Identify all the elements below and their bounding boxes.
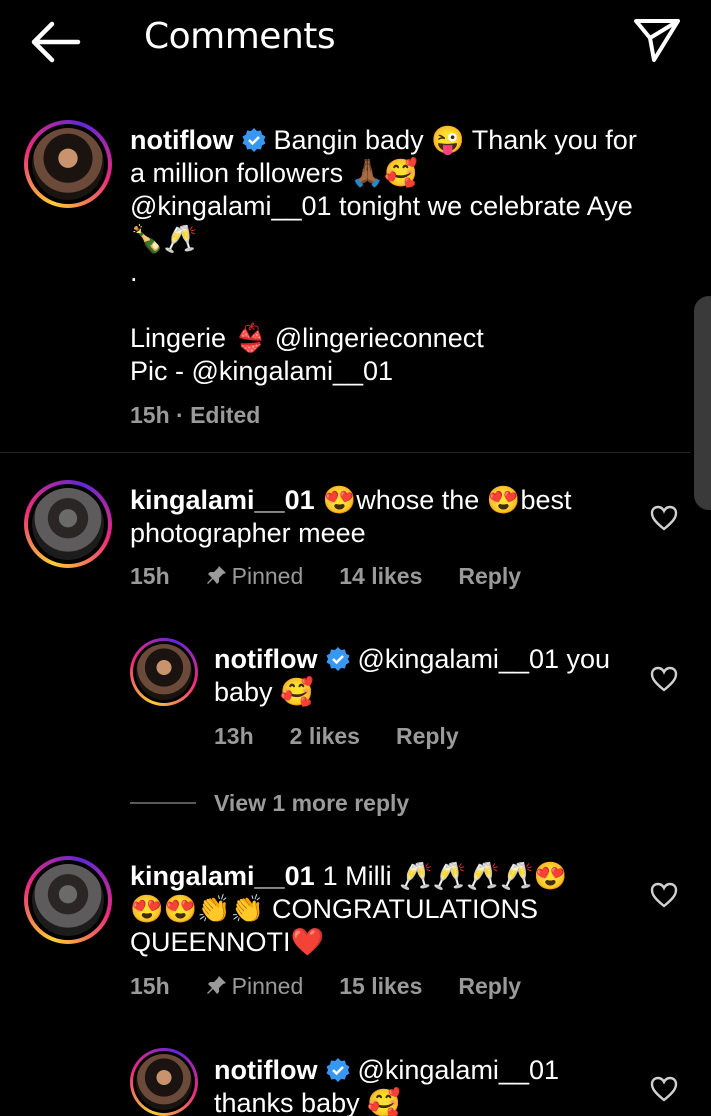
heart-icon[interactable]	[650, 882, 678, 908]
caption-line: .	[130, 257, 138, 287]
reply-username[interactable]: notiflow	[214, 1055, 317, 1085]
comment-text: kingalami__01 😍whose the 😍best photograph…	[130, 484, 630, 550]
page-title: Comments	[144, 16, 336, 57]
comment-meta: 15h Pinned 14 likes Reply	[130, 563, 557, 590]
arrow-left-icon	[31, 21, 81, 63]
pinned-label: Pinned	[206, 563, 304, 589]
view-more-label: View 1 more reply	[214, 790, 410, 816]
reply-text: notiflow @kingalami__01 thanks baby 🥰	[214, 1054, 634, 1116]
caption-line: a million followers 🙏🏾🥰	[130, 158, 418, 188]
comment-line: 😍whose the 😍best	[322, 485, 572, 515]
reply-button[interactable]: Reply	[396, 723, 459, 749]
view-more-replies[interactable]: View 1 more reply	[130, 790, 409, 817]
scrollbar-handle[interactable]	[694, 296, 711, 510]
reply-username[interactable]: notiflow	[214, 644, 317, 674]
comment-line: 1 Milli 🥂🥂🥂🥂😍	[322, 861, 568, 891]
avatar-kingalami[interactable]	[24, 480, 112, 568]
divider	[0, 452, 690, 453]
comment-text: kingalami__01 1 Milli 🥂🥂🥂🥂😍 😍😍👏👏 CONGRATU…	[130, 860, 630, 959]
avatar-notiflow[interactable]	[130, 638, 198, 706]
reply-time: 13h	[214, 723, 254, 749]
caption-text: notiflow Bangin bady 😜 Thank you for a mi…	[130, 124, 670, 388]
pin-icon	[206, 566, 226, 584]
reply-meta: 13h 2 likes Reply	[214, 723, 495, 750]
comment-line: QUEENNOTI❤️	[130, 927, 325, 957]
send-button[interactable]	[632, 16, 682, 64]
comment-username[interactable]: kingalami__01	[130, 485, 315, 515]
back-button[interactable]	[28, 20, 84, 64]
reply-likes[interactable]: 2 likes	[290, 723, 360, 749]
pinned-label: Pinned	[206, 973, 304, 999]
pinned-text: Pinned	[231, 973, 304, 999]
reply-line: @kingalami__01	[357, 1055, 559, 1085]
reply-button[interactable]: Reply	[458, 563, 521, 589]
avatar-kingalami[interactable]	[24, 856, 112, 944]
caption-username[interactable]: notiflow	[130, 125, 233, 155]
pinned-text: Pinned	[231, 563, 304, 589]
comment-meta: 15h Pinned 15 likes Reply	[130, 973, 557, 1000]
caption-line: Bangin bady 😜 Thank you for	[273, 125, 637, 155]
verified-badge-icon	[242, 128, 266, 152]
comment-line: photographer meee	[130, 518, 366, 548]
reply-button[interactable]: Reply	[458, 973, 521, 999]
comment-line: 😍😍👏👏 CONGRATULATIONS	[130, 894, 538, 924]
reply-text: notiflow @kingalami__01 you baby 🥰	[214, 643, 634, 709]
reply-line: @kingalami__01 you	[357, 644, 611, 674]
avatar-notiflow[interactable]	[24, 120, 112, 208]
avatar-notiflow[interactable]	[130, 1048, 198, 1116]
comment-likes[interactable]: 15 likes	[339, 973, 422, 999]
comment-time: 15h	[130, 973, 170, 999]
caption-line: Lingerie 👙 @lingerieconnect	[130, 323, 484, 353]
heart-icon[interactable]	[650, 666, 678, 692]
pin-icon	[206, 976, 226, 994]
reply-line: thanks baby 🥰	[214, 1088, 401, 1116]
view-more-line	[130, 802, 196, 804]
send-icon	[634, 19, 680, 62]
caption-line: @kingalami__01 tonight we celebrate Aye	[130, 191, 633, 221]
heart-icon[interactable]	[650, 505, 678, 531]
comment-username[interactable]: kingalami__01	[130, 861, 315, 891]
verified-badge-icon	[326, 1058, 350, 1082]
caption-line: Pic - @kingalami__01	[130, 356, 394, 386]
caption-line: 🍾🥂	[130, 224, 198, 254]
verified-badge-icon	[326, 647, 350, 671]
heart-icon[interactable]	[650, 1076, 678, 1102]
reply-line: baby 🥰	[214, 677, 314, 707]
caption-meta: 15h · Edited	[130, 402, 261, 428]
comment-time: 15h	[130, 563, 170, 589]
header-bar: Comments	[0, 0, 711, 84]
comment-likes[interactable]: 14 likes	[339, 563, 422, 589]
